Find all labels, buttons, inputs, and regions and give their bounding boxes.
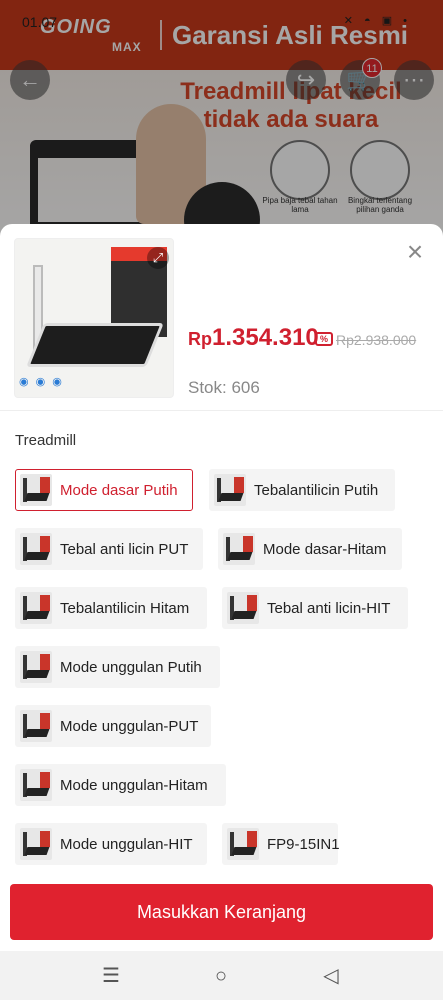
- option-image: [20, 592, 52, 624]
- option-mode-unggulan-putih[interactable]: Mode unggulan Putih: [15, 646, 220, 688]
- option-label: Tebalantilicin Hitam: [60, 600, 190, 617]
- option-image: [20, 828, 52, 860]
- option-image: [227, 592, 259, 624]
- add-to-cart-button[interactable]: Masukkan Keranjang: [10, 884, 433, 940]
- discount-icon: %: [315, 332, 333, 346]
- option-mode-dasar-putih[interactable]: Mode dasar Putih: [15, 469, 193, 511]
- option-image: [20, 710, 52, 742]
- option-label: Mode unggulan-Hitam: [60, 777, 208, 794]
- option-fp9-15in1[interactable]: FP9-15IN1: [222, 823, 340, 865]
- option-image: [223, 533, 255, 565]
- current-price: Rp1.354.310: [188, 324, 319, 352]
- option-image: [20, 533, 52, 565]
- home-circle-icon: ○: [214, 965, 228, 987]
- home-button[interactable]: ○: [206, 961, 236, 991]
- original-price: Rp2.938.000: [336, 332, 417, 348]
- option-mode-unggulan-hit[interactable]: Mode unggulan-HIT: [15, 823, 207, 865]
- option-image: [227, 828, 259, 860]
- price-amount: 1.354.310: [212, 324, 319, 351]
- option-image: [20, 651, 52, 683]
- variation-label: Treadmill: [15, 432, 77, 449]
- option-label: Mode dasar Putih: [60, 482, 178, 499]
- recents-button[interactable]: ☰: [96, 961, 126, 991]
- close-icon: ×: [406, 236, 424, 267]
- option-label: FP9-15IN1: [267, 836, 340, 853]
- thumb-belt: [26, 323, 164, 367]
- option-label: Tebalantilicin Putih: [254, 482, 379, 499]
- option-label: Tebal anti licin PUT: [60, 541, 189, 558]
- price-currency: Rp: [188, 329, 212, 349]
- option-label: Mode unggulan-HIT: [60, 836, 193, 853]
- option-mode-unggulan-hitam[interactable]: Mode unggulan-Hitam: [15, 764, 226, 806]
- option-tebalantilicin-putih[interactable]: Tebalantilicin Putih: [209, 469, 395, 511]
- close-button[interactable]: ×: [402, 238, 428, 266]
- option-image: [20, 769, 52, 801]
- option-mode-unggulan-put[interactable]: Mode unggulan-PUT: [15, 705, 211, 747]
- option-tebalantilicin-hitam[interactable]: Tebalantilicin Hitam: [15, 587, 207, 629]
- stock-count: Stok: 606: [188, 378, 260, 397]
- divider: [0, 410, 443, 411]
- variation-sheet: ◉ ◉ ◉ ⤢ × Rp1.354.310 % Rp2.938.000 Stok…: [0, 224, 443, 951]
- option-mode-dasar-hitam[interactable]: Mode dasar-Hitam: [218, 528, 402, 570]
- option-image: [20, 474, 52, 506]
- product-thumbnail[interactable]: ◉ ◉ ◉ ⤢: [14, 238, 174, 398]
- option-label: Tebal anti licin-HIT: [267, 600, 391, 617]
- menu-lines-icon: ☰: [102, 965, 120, 987]
- option-label: Mode dasar-Hitam: [263, 541, 387, 558]
- back-nav-button[interactable]: ◁: [316, 961, 346, 991]
- option-image: [214, 474, 246, 506]
- system-nav-bar: ☰ ○ ◁: [0, 951, 443, 1000]
- back-triangle-icon: ◁: [323, 965, 339, 987]
- option-label: Mode unggulan Putih: [60, 659, 202, 676]
- option-tebal-anti-licin-put[interactable]: Tebal anti licin PUT: [15, 528, 203, 570]
- option-label: Mode unggulan-PUT: [60, 718, 199, 735]
- option-tebal-anti-licin-hit[interactable]: Tebal anti licin-HIT: [222, 587, 408, 629]
- expand-icon[interactable]: ⤢: [147, 247, 169, 269]
- thumb-badges: ◉ ◉ ◉: [19, 376, 64, 388]
